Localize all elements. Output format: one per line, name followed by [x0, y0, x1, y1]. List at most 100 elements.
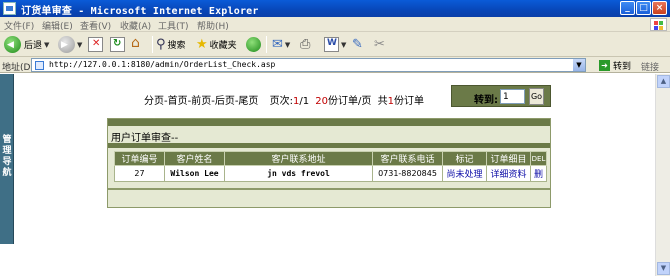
messenger-icon: ✂: [374, 37, 385, 52]
total-prefix: 共: [377, 96, 388, 107]
page-label: 页次:: [269, 96, 293, 107]
panel-title: 用户订单审查--: [111, 133, 179, 144]
window-title: 订货单审查 - Microsoft Internet Explorer: [21, 6, 259, 17]
per-page-label: 份订单/页: [328, 96, 372, 107]
menu-file[interactable]: 文件(F): [4, 19, 34, 32]
mail-button[interactable]: ✉ ▼: [272, 35, 290, 54]
total-suffix: 份订单: [393, 96, 424, 107]
back-dropdown-icon[interactable]: ▼: [44, 41, 49, 49]
total-pages: /1: [299, 96, 310, 107]
stop-button[interactable]: ✕: [88, 35, 103, 54]
favorites-label: 收藏夹: [209, 41, 237, 51]
page-content: 管理导航 分页-首页-前页-后页-尾页 页次:1/1 20份订单/页 共1份订单…: [0, 74, 670, 276]
title-bar: 订货单审查 - Microsoft Internet Explorer _ □ …: [0, 0, 670, 17]
jump-page-input[interactable]: [500, 89, 525, 104]
refresh-button[interactable]: ↻: [110, 35, 125, 54]
edit-dropdown-icon[interactable]: ▼: [341, 41, 346, 49]
col-order-id: 订单编号: [114, 151, 165, 166]
col-customer-address: 客户联系地址: [224, 151, 373, 166]
scroll-up-icon[interactable]: ▲: [657, 75, 670, 88]
go-button[interactable]: ➜ 转到: [599, 59, 631, 72]
edit-button[interactable]: W ▼: [324, 35, 346, 54]
search-icon: ⚲: [156, 37, 166, 52]
forward-dropdown-icon[interactable]: ▼: [77, 41, 82, 49]
table-row: 27 Wilson Lee jn vds frevol 0731-8820845…: [114, 165, 547, 182]
vertical-scrollbar[interactable]: ▲ ▼: [655, 74, 670, 276]
mail-dropdown-icon[interactable]: ▼: [285, 41, 290, 49]
menu-view[interactable]: 查看(V): [80, 19, 111, 32]
pager-nav-links[interactable]: 分页-首页-前页-后页-尾页: [144, 96, 258, 107]
forward-button[interactable]: ▶ ▼: [58, 35, 82, 54]
sidebar-label: 管理导航: [2, 135, 12, 178]
menu-tools[interactable]: 工具(T): [158, 19, 189, 32]
search-button[interactable]: ⚲ 搜索: [156, 35, 186, 54]
jump-go-button[interactable]: Go: [529, 88, 544, 105]
address-url[interactable]: http://127.0.0.1:8180/admin/OrderList_Ch…: [49, 60, 275, 69]
toolbar-separator: [152, 36, 153, 53]
pager: 分页-首页-前页-后页-尾页 页次:1/1 20份订单/页 共1份订单: [144, 92, 424, 107]
page-jump-box: 转到: Go: [451, 85, 551, 107]
per-page-count: 20: [315, 96, 329, 107]
order-review-panel: 用户订单审查-- 订单编号 客户姓名 客户联系地址 客户联系电话 标记 订单细目…: [107, 118, 551, 208]
cell-order-id: 27: [114, 165, 165, 182]
star-icon: ★: [196, 37, 208, 52]
address-input[interactable]: http://127.0.0.1:8180/admin/OrderList_Ch…: [31, 58, 586, 72]
forward-arrow-icon: ▶: [58, 36, 75, 53]
col-mark: 标记: [442, 151, 487, 166]
search-label: 搜索: [167, 41, 186, 51]
close-button[interactable]: ×: [652, 1, 667, 15]
jump-label: 转到:: [474, 95, 498, 106]
cell-customer-phone: 0731-8820845: [372, 165, 443, 182]
back-button[interactable]: ◀ 后退 ▼: [4, 35, 49, 54]
favorites-button[interactable]: ★ 收藏夹: [196, 35, 237, 54]
address-label: 地址(D): [2, 63, 34, 73]
word-edit-icon: W: [324, 37, 339, 52]
discuss-icon: ✎: [352, 37, 363, 52]
cell-customer-address: jn vds frevol: [224, 165, 373, 182]
order-detail-link[interactable]: 详细资料: [486, 165, 531, 182]
home-button[interactable]: ⌂: [131, 35, 146, 54]
refresh-icon: ↻: [110, 37, 125, 52]
minimize-button[interactable]: _: [620, 1, 635, 15]
menu-edit[interactable]: 编辑(E): [42, 19, 73, 32]
menu-help[interactable]: 帮助(H): [197, 19, 229, 32]
history-button[interactable]: [246, 35, 261, 54]
stop-icon: ✕: [88, 37, 103, 52]
delete-link[interactable]: 删: [530, 165, 547, 182]
panel-bottom-line: [108, 188, 550, 190]
go-label: 转到: [613, 62, 632, 72]
scroll-down-icon[interactable]: ▼: [657, 262, 670, 275]
mark-status-link[interactable]: 尚未处理: [442, 165, 487, 182]
history-icon: [246, 37, 261, 52]
maximize-button[interactable]: □: [636, 1, 651, 15]
toolbar-separator: [266, 36, 267, 53]
address-dropdown-icon[interactable]: ▼: [573, 59, 585, 71]
menu-favorites[interactable]: 收藏(A): [120, 19, 151, 32]
messenger-button[interactable]: ✂: [374, 35, 385, 54]
windows-logo-icon: [650, 18, 667, 31]
address-bar: 地址(D) http://127.0.0.1:8180/admin/OrderL…: [0, 57, 670, 73]
cell-customer-name: Wilson Lee: [164, 165, 225, 182]
panel-top-bar: [108, 119, 550, 126]
discuss-button[interactable]: ✎: [352, 35, 363, 54]
print-icon: ⎙: [300, 37, 311, 52]
col-customer-phone: 客户联系电话: [372, 151, 443, 166]
toolbar: ◀ 后退 ▼ ▶ ▼ ✕ ↻ ⌂ ⚲ 搜索 ★ 收藏夹 ✉ ▼ ⎙ W ▼ ✎ …: [0, 32, 670, 57]
panel-divider: [108, 143, 550, 148]
back-arrow-icon: ◀: [4, 36, 21, 53]
col-delete: DEL: [530, 151, 547, 166]
table-header-row: 订单编号 客户姓名 客户联系地址 客户联系电话 标记 订单细目 DEL: [114, 151, 547, 166]
orders-table: 订单编号 客户姓名 客户联系地址 客户联系电话 标记 订单细目 DEL 27 W…: [114, 151, 547, 182]
ie-app-icon: [3, 2, 16, 15]
col-customer-name: 客户姓名: [164, 151, 225, 166]
links-label[interactable]: 链接: [641, 60, 659, 73]
print-button[interactable]: ⎙: [300, 35, 310, 54]
admin-sidebar[interactable]: 管理导航: [0, 74, 14, 244]
page-icon: [35, 61, 44, 70]
go-arrow-icon: ➜: [599, 60, 610, 71]
back-label: 后退: [24, 41, 43, 51]
menu-bar: 文件(F) 编辑(E) 查看(V) 收藏(A) 工具(T) 帮助(H): [0, 17, 670, 32]
col-order-detail: 订单细目: [486, 151, 531, 166]
home-icon: ⌂: [131, 35, 140, 51]
mail-icon: ✉: [272, 37, 283, 52]
